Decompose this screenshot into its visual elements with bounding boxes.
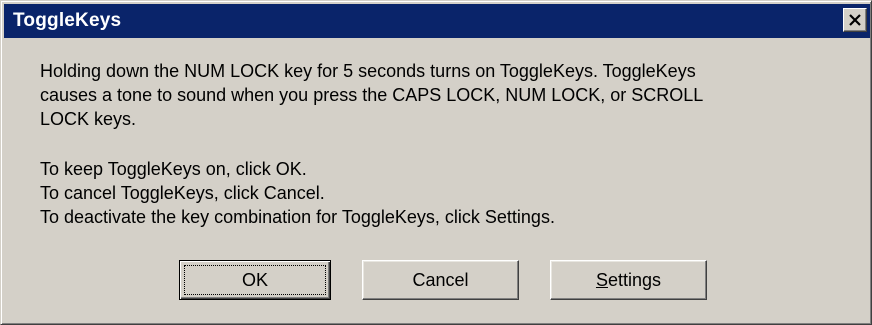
togglekeys-dialog: ToggleKeys Holding down the NUM LOCK key… bbox=[0, 0, 872, 325]
settings-button-label: Settings bbox=[596, 270, 661, 290]
cancel-button-label: Cancel bbox=[412, 270, 469, 290]
message-text: Holding down the NUM LOCK key for 5 seco… bbox=[40, 59, 850, 229]
message-line: causes a tone to sound when you press th… bbox=[40, 85, 704, 105]
message-line: To keep ToggleKeys on, click OK. bbox=[40, 159, 307, 179]
ok-button-label: OK bbox=[241, 270, 268, 290]
settings-button[interactable]: Settings bbox=[550, 260, 707, 300]
window-title: ToggleKeys bbox=[13, 10, 122, 31]
title-bar[interactable]: ToggleKeys bbox=[4, 4, 870, 38]
cancel-button[interactable]: Cancel bbox=[362, 260, 519, 300]
close-icon bbox=[849, 14, 861, 26]
message-line: To deactivate the key combination for To… bbox=[40, 207, 555, 227]
settings-label-rest: ettings bbox=[607, 270, 662, 290]
close-button[interactable] bbox=[843, 8, 867, 32]
message-line: To cancel ToggleKeys, click Cancel. bbox=[40, 183, 325, 203]
message-line: Holding down the NUM LOCK key for 5 seco… bbox=[40, 61, 696, 81]
message-line: LOCK keys. bbox=[40, 109, 137, 129]
ok-button[interactable]: OK bbox=[179, 260, 331, 300]
settings-accelerator: S bbox=[595, 270, 608, 290]
